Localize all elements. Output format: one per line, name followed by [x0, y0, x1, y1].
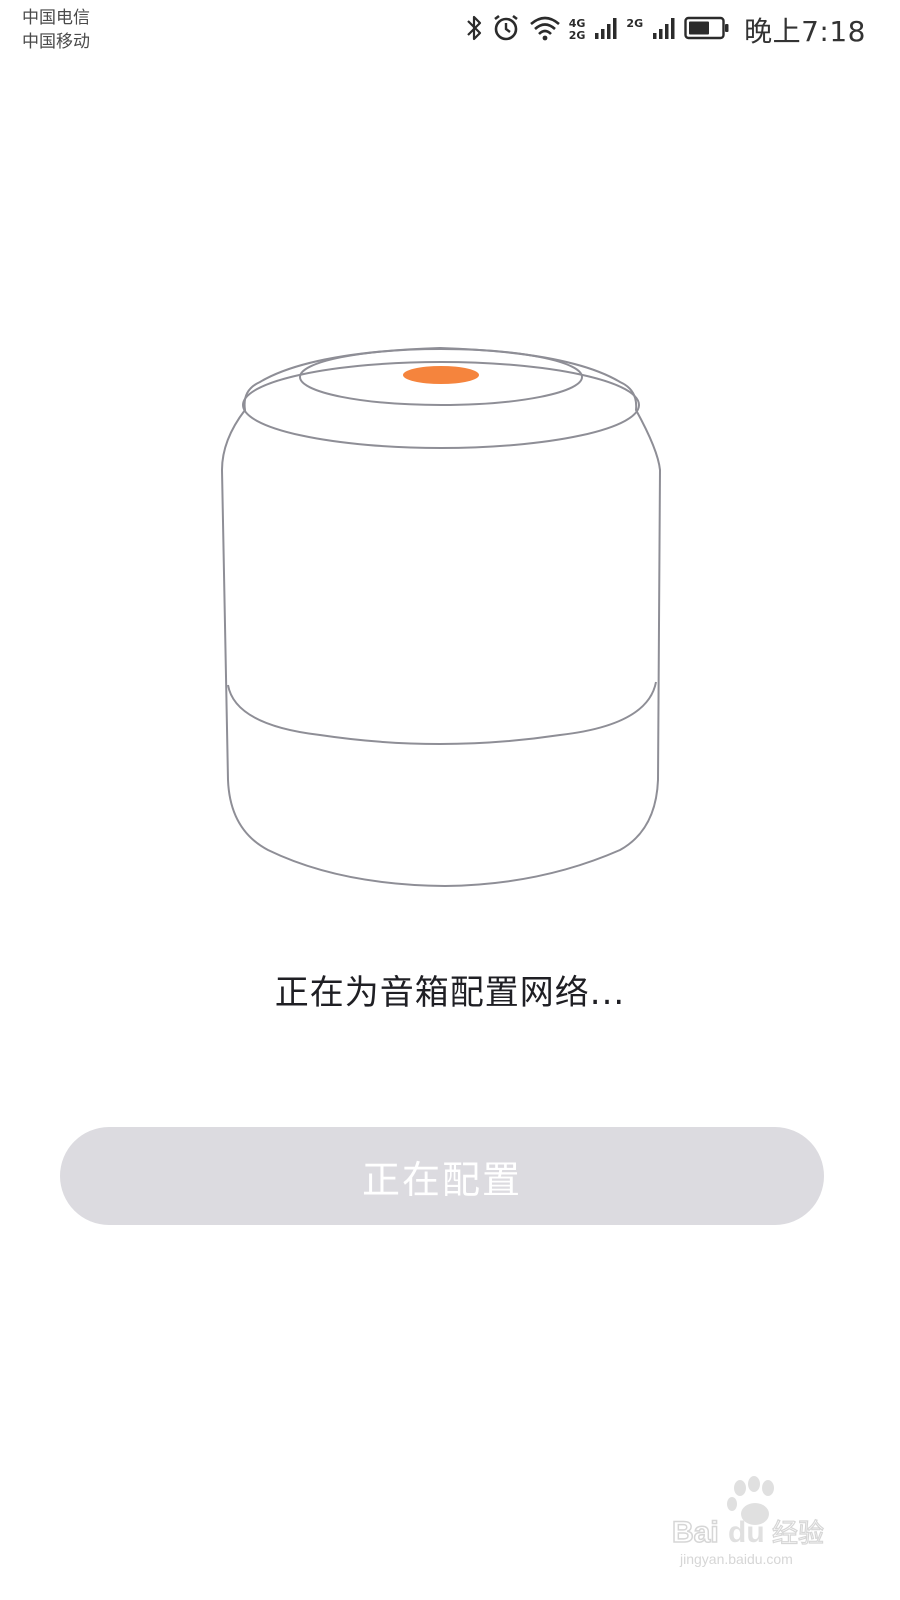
baidu-jingyan-watermark: Bai du 经验 jingyan.baidu.com: [670, 1470, 840, 1570]
screen: 中国电信 中国移动 4G 2G 2G 晚上7:18 正在为音箱配置网络... 正…: [0, 0, 900, 1600]
carrier-info: 中国电信 中国移动: [22, 6, 90, 54]
status-bar: 中国电信 中国移动 4G 2G 2G 晚上7:18: [0, 0, 900, 60]
clock: 晚上7:18: [744, 15, 866, 48]
carrier-1: 中国电信: [22, 8, 90, 28]
configuring-button[interactable]: 正在配置: [60, 1127, 824, 1225]
signal-icon: [594, 15, 618, 45]
speaker-illustration: [200, 330, 680, 910]
network-type-2: 2G: [626, 18, 643, 42]
signal-icon: [652, 15, 676, 45]
config-status-text: 正在为音箱配置网络...: [274, 973, 626, 1013]
svg-text:du: du: [728, 1516, 765, 1549]
status-icons: 4G 2G 2G 晚上7:18: [465, 10, 866, 50]
wifi-icon: [529, 15, 561, 45]
network-type-1: 4G 2G: [569, 18, 586, 42]
carrier-2: 中国移动: [22, 32, 90, 52]
network-type-1-bottom: 2G: [568, 29, 586, 42]
svg-text:经验: 经验: [772, 1519, 824, 1549]
battery-icon: [684, 15, 730, 45]
svg-text:jingyan.baidu.com: jingyan.baidu.com: [679, 1551, 793, 1567]
bluetooth-icon: [465, 13, 483, 47]
svg-text:Bai: Bai: [672, 1516, 719, 1549]
alarm-icon: [491, 13, 521, 47]
speaker-led-dot: [403, 366, 479, 384]
